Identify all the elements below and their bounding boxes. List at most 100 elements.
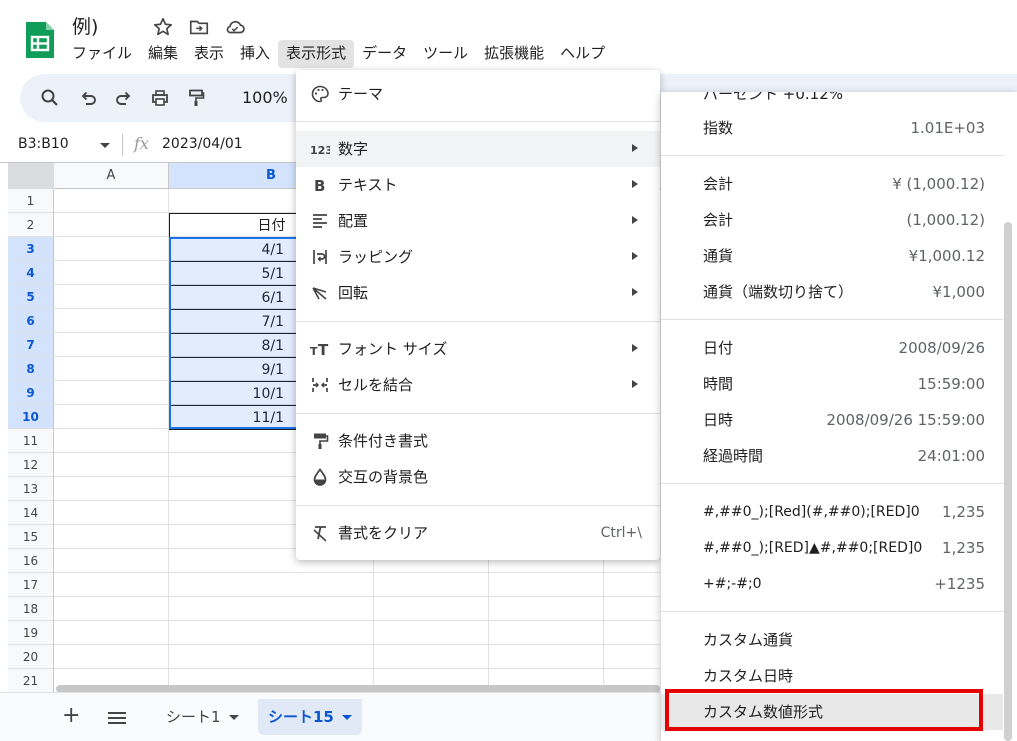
submenu-item-currency-rounded[interactable]: 通貨（端数切り捨て） ¥1,000 (661, 274, 1003, 310)
menu-item-label: 回転 (338, 284, 369, 302)
menu-item-conditional-formatting[interactable]: 条件付き書式 (296, 423, 660, 459)
column-header-a[interactable]: A (54, 163, 169, 189)
menu-item-merge-cells[interactable]: セルを結合 (296, 367, 660, 403)
submenu-item-example: (1,000.12) (906, 211, 985, 229)
redo-icon[interactable] (114, 88, 134, 108)
move-to-folder-icon[interactable] (188, 16, 210, 38)
row-header-6[interactable]: 6 (8, 309, 54, 333)
submenu-item-accounting-yen[interactable]: 会計 ¥ (1,000.12) (661, 166, 1003, 202)
menu-item-alternating-colors[interactable]: 交互の背景色 (296, 459, 660, 495)
row-header-15[interactable]: 15 (8, 525, 54, 549)
menu-divider (661, 319, 1003, 320)
row-header-21[interactable]: 21 (8, 669, 54, 692)
menu-divider (296, 505, 660, 506)
merge-icon (312, 378, 328, 392)
search-icon[interactable] (40, 88, 60, 108)
row-header-16[interactable]: 16 (8, 549, 54, 573)
row-header-2[interactable]: 2 (8, 213, 54, 237)
menu-item-label: 書式をクリア (338, 524, 429, 542)
submenu-item-percent[interactable]: パーセント +0.12% (661, 92, 1003, 112)
row-header-1[interactable]: 1 (8, 189, 54, 213)
document-title[interactable]: 例) (72, 12, 98, 39)
paint-roller-icon (314, 433, 329, 449)
name-box[interactable]: B3:B10 (18, 136, 69, 152)
number-format-submenu: パーセント +0.12% 指数 1.01E+03 会計 ¥ (1,000.12)… (661, 92, 1017, 741)
menu-insert[interactable]: 挿入 (232, 40, 278, 68)
submenu-arrow-icon (632, 380, 638, 388)
menu-data[interactable]: データ (354, 40, 415, 68)
chevron-down-icon[interactable] (100, 143, 110, 148)
row-header-20[interactable]: 20 (8, 645, 54, 669)
row-header-8[interactable]: 8 (8, 357, 54, 381)
fill-drop-icon (313, 468, 327, 486)
row-header-3[interactable]: 3 (8, 237, 54, 261)
menu-item-label: 配置 (338, 212, 369, 230)
wrap-icon (313, 250, 327, 264)
row-header-18[interactable]: 18 (8, 597, 54, 621)
row-header-7[interactable]: 7 (8, 333, 54, 357)
menu-item-theme[interactable]: テーマ (296, 76, 660, 112)
paint-format-icon[interactable] (186, 88, 206, 108)
row-header-14[interactable]: 14 (8, 501, 54, 525)
submenu-item-label: 経過時間 (703, 447, 764, 465)
print-icon[interactable] (150, 88, 170, 108)
menu-item-rotation[interactable]: 回転 (296, 275, 660, 311)
zoom-select[interactable]: 100% (242, 88, 288, 108)
cloud-saved-icon[interactable] (224, 16, 246, 38)
submenu-item-custom-format-2[interactable]: #,##0_);[RED]▲#,##0;[RED]0 1,235 (661, 530, 1003, 566)
submenu-item-example: 1.01E+03 (910, 119, 985, 137)
menu-item-alignment[interactable]: 配置 (296, 203, 660, 239)
row-header-5[interactable]: 5 (8, 285, 54, 309)
chevron-down-icon[interactable] (341, 715, 352, 720)
horizontal-scrollbar[interactable] (56, 685, 660, 692)
menu-item-wrapping[interactable]: ラッピング (296, 239, 660, 275)
select-all-corner[interactable] (8, 163, 54, 189)
row-header-19[interactable]: 19 (8, 621, 54, 645)
submenu-item-custom-format-1[interactable]: #,##0_);[Red](#,##0);[RED]0 1,235 (661, 494, 1003, 530)
menu-item-label: フォント サイズ (338, 340, 448, 358)
sheet-tab-1[interactable]: シート1 (156, 699, 249, 735)
menu-view[interactable]: 表示 (186, 40, 232, 68)
submenu-item-custom-currency[interactable]: カスタム通貨 (661, 622, 1003, 658)
submenu-item-date[interactable]: 日付 2008/09/26 (661, 330, 1003, 366)
menu-item-text[interactable]: B テキスト (296, 167, 660, 203)
row-header-4[interactable]: 4 (8, 261, 54, 285)
menu-item-label: 交互の背景色 (338, 468, 429, 486)
annotation-highlight-box (665, 689, 983, 731)
submenu-item-label: 日時 (703, 411, 734, 429)
sheets-logo[interactable] (24, 20, 56, 60)
align-icon (313, 214, 327, 228)
menu-format[interactable]: 表示形式 (278, 40, 355, 68)
row-header-11[interactable]: 11 (8, 429, 54, 453)
submenu-item-duration[interactable]: 経過時間 24:01:00 (661, 438, 1003, 474)
submenu-item-time[interactable]: 時間 15:59:00 (661, 366, 1003, 402)
star-icon[interactable] (152, 16, 174, 38)
chevron-down-icon[interactable] (228, 715, 239, 720)
submenu-item-example: 1,235 (942, 503, 985, 521)
row-header-10[interactable]: 10 (8, 405, 54, 429)
submenu-item-accounting[interactable]: 会計 (1,000.12) (661, 202, 1003, 238)
submenu-scrollbar[interactable] (1004, 222, 1012, 741)
menu-item-font-size[interactable]: TT フォント サイズ (296, 331, 660, 367)
menu-item-clear-formatting[interactable]: 書式をクリア Ctrl+\ (296, 515, 660, 551)
add-sheet-button[interactable]: + (62, 705, 80, 727)
submenu-item-currency[interactable]: 通貨 ¥1,000.12 (661, 238, 1003, 274)
undo-icon[interactable] (78, 88, 98, 108)
formula-input[interactable]: 2023/04/01 (162, 136, 243, 152)
submenu-item-custom-format-3[interactable]: +#;-#;0 +1235 (661, 566, 1003, 602)
row-header-13[interactable]: 13 (8, 477, 54, 501)
sheet-tab-15[interactable]: シート15 (258, 699, 362, 735)
menu-edit[interactable]: 編集 (140, 40, 186, 68)
menu-file[interactable]: ファイル (64, 40, 140, 68)
menu-item-number[interactable]: 123 数字 (296, 131, 660, 167)
menu-tools[interactable]: ツール (415, 40, 476, 68)
menu-help[interactable]: ヘルプ (552, 40, 613, 68)
row-header-9[interactable]: 9 (8, 381, 54, 405)
row-header-12[interactable]: 12 (8, 453, 54, 477)
submenu-item-scientific[interactable]: 指数 1.01E+03 (661, 110, 1003, 146)
menu-extensions[interactable]: 拡張機能 (476, 40, 552, 68)
row-header-17[interactable]: 17 (8, 573, 54, 597)
submenu-item-date-time[interactable]: 日時 2008/09/26 15:59:00 (661, 402, 1003, 438)
format-menu: テーマ 123 数字 B テキスト 配置 ラッピング 回転 TT フォント サイ… (296, 70, 660, 560)
all-sheets-icon[interactable] (108, 712, 126, 724)
